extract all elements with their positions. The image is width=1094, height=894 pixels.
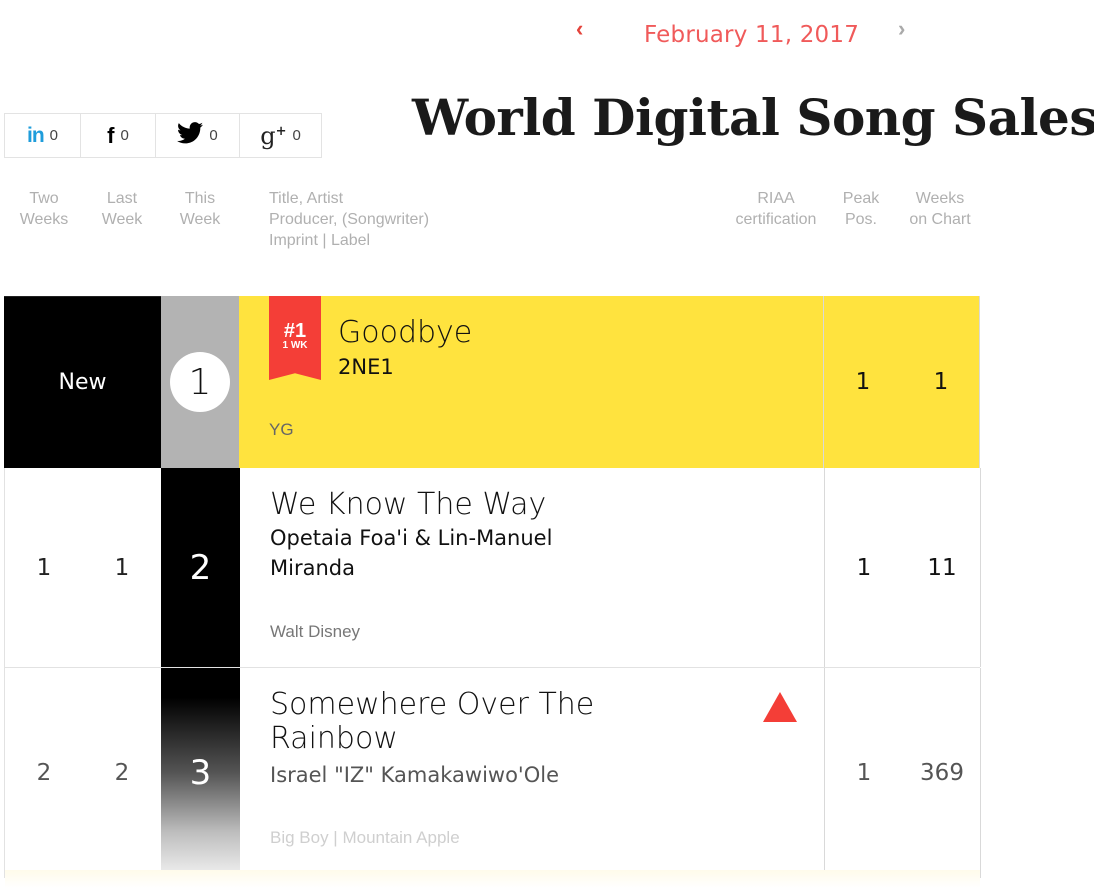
chart-row[interactable]: 1 1 2 We Know The Way Opetaia Foa'i & Li… bbox=[4, 468, 981, 668]
share-count: 0 bbox=[120, 127, 129, 144]
imprint-label: Big Boy | Mountain Apple bbox=[270, 828, 460, 847]
last-week-rank: 2 bbox=[114, 760, 130, 786]
column-header-title: Title, Artist Producer, (Songwriter) Impri… bbox=[269, 190, 430, 249]
current-rank: 2 bbox=[161, 468, 240, 667]
song-title[interactable]: Goodbye bbox=[338, 316, 472, 350]
weeks-on-chart: 11 bbox=[927, 554, 957, 581]
last-week-rank: 1 bbox=[114, 554, 130, 581]
chart-row[interactable]: New 1 #1 1 WK Goodbye 2NE1 YG 1 1 bbox=[4, 296, 980, 468]
two-weeks-ago-rank: 1 bbox=[36, 554, 52, 581]
song-info: #1 1 WK Goodbye 2NE1 YG bbox=[239, 296, 823, 468]
triangle-up-icon bbox=[763, 692, 797, 722]
share-count: 0 bbox=[209, 127, 218, 144]
peak-position: 1 bbox=[855, 369, 871, 395]
share-twitter-button[interactable]: 0 bbox=[156, 114, 240, 157]
share-linkedin-button[interactable]: in 0 bbox=[5, 114, 81, 157]
weeks-on-chart: 1 bbox=[933, 369, 949, 395]
linkedin-icon: in bbox=[26, 123, 45, 147]
peak-position: 1 bbox=[856, 760, 872, 786]
share-count: 0 bbox=[292, 127, 301, 144]
share-count: 0 bbox=[49, 127, 58, 144]
twitter-icon bbox=[177, 122, 204, 149]
new-entry-label: New bbox=[4, 296, 161, 468]
column-header-two-weeks: Two Weeks bbox=[19, 190, 69, 228]
stats: 1 369 bbox=[824, 668, 981, 878]
imprint-label: YG bbox=[269, 420, 294, 439]
artist-name[interactable]: Opetaia Foa'i & Lin-Manuel Miranda bbox=[270, 523, 610, 583]
stats: 1 1 bbox=[823, 296, 980, 468]
current-rank: 3 bbox=[161, 668, 240, 878]
artist-name[interactable]: Israel "IZ" Kamakawiwo'Ole bbox=[270, 760, 559, 790]
column-header-peak: Peak Pos. bbox=[842, 190, 880, 228]
column-header-this-week: This Week bbox=[179, 190, 221, 228]
peak-position: 1 bbox=[856, 554, 872, 581]
number-one-badge: #1 1 WK bbox=[269, 296, 321, 380]
chevron-right-icon[interactable]: › bbox=[898, 16, 905, 42]
song-title[interactable]: We Know The Way bbox=[270, 488, 610, 522]
chart-date[interactable]: February 11, 2017 bbox=[644, 22, 859, 48]
two-weeks-ago-rank: 2 bbox=[36, 760, 52, 786]
artist-name[interactable]: 2NE1 bbox=[338, 352, 394, 382]
imprint-label: Walt Disney bbox=[270, 622, 361, 641]
song-title[interactable]: Somewhere Over The Rainbow bbox=[270, 688, 650, 756]
stats: 1 11 bbox=[824, 468, 981, 667]
chevron-left-icon[interactable]: ‹ bbox=[576, 16, 583, 42]
song-info: Somewhere Over The Rainbow Israel "IZ" K… bbox=[240, 668, 824, 878]
share-google-plus-button[interactable]: g+ 0 bbox=[240, 114, 321, 157]
rank-number: 1 bbox=[170, 352, 230, 412]
date-navigation: ‹ February 11, 2017 › bbox=[570, 14, 920, 54]
share-facebook-button[interactable]: f 0 bbox=[81, 114, 156, 157]
chart-title: World Digital Song Sales bbox=[412, 88, 1094, 147]
chart-row[interactable]: 2 2 3 Somewhere Over The Rainbow Israel … bbox=[4, 668, 981, 888]
current-rank: 1 bbox=[161, 296, 239, 468]
share-bar: in 0 f 0 0 g+ 0 bbox=[4, 113, 322, 158]
google-plus-icon: g+ bbox=[260, 121, 287, 150]
song-info: We Know The Way Opetaia Foa'i & Lin-Manu… bbox=[240, 468, 824, 667]
column-header-last-week: Last Week bbox=[101, 190, 143, 228]
column-header-weeks-on-chart: Weeks on Chart bbox=[909, 190, 971, 228]
weeks-on-chart: 369 bbox=[920, 760, 964, 786]
column-header-riaa: RIAA certification bbox=[735, 190, 817, 228]
facebook-icon: f bbox=[107, 122, 115, 148]
